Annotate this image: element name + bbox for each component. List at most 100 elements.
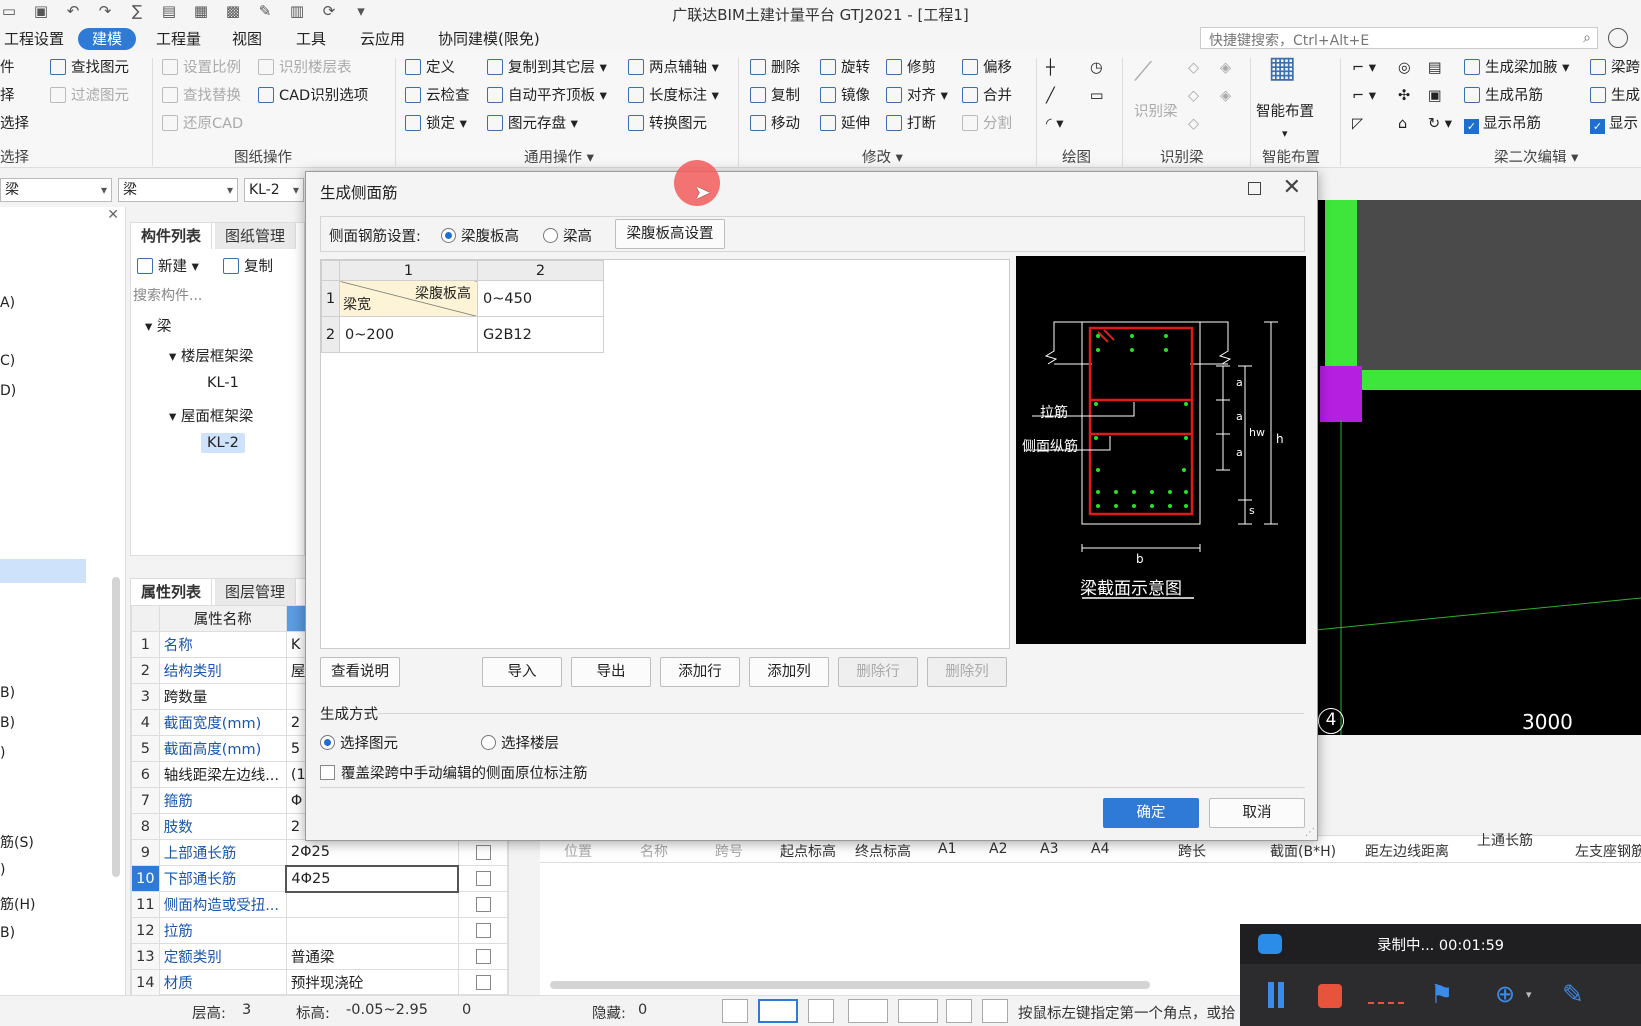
arc-snap-icon[interactable] xyxy=(982,999,1008,1023)
col-header[interactable]: 2 xyxy=(477,260,604,281)
line-tool-icon[interactable] xyxy=(1368,1002,1404,1004)
table-row[interactable]: 11 侧面构造或受扭... xyxy=(131,891,509,918)
draw-point-icon[interactable]: ┼ xyxy=(1046,58,1055,78)
beam-edit-icon-2[interactable]: ◎ xyxy=(1398,58,1411,78)
pause-icon[interactable] xyxy=(1268,982,1274,1008)
prop-value[interactable] xyxy=(285,891,459,918)
smart-layout-button[interactable]: 智能布置 xyxy=(1256,102,1314,122)
radio-select-floor[interactable]: 选择楼层 xyxy=(481,732,559,753)
nav-item[interactable]: ) xyxy=(0,862,5,878)
smart-layout-dropdown-icon[interactable]: ▾ xyxy=(1282,124,1288,144)
add-col-button[interactable]: 添加列 xyxy=(749,657,829,687)
tab-drawing-manage[interactable]: 图纸管理 xyxy=(215,223,297,249)
nav-item[interactable]: ) xyxy=(0,745,5,761)
search-icon[interactable]: ⌕ xyxy=(1583,30,1591,46)
extend-button[interactable]: 延伸 xyxy=(820,114,870,134)
beam-edit-icon-9[interactable]: ↻ ▾ xyxy=(1428,114,1452,134)
tab-cloud[interactable]: 云应用 xyxy=(346,28,419,50)
rebar-spec-cell[interactable]: G2B12 xyxy=(477,316,604,353)
web-height-setting-button[interactable]: 梁腹板高设置 xyxy=(615,219,725,249)
draw-clock-icon[interactable]: ◷ xyxy=(1090,58,1103,78)
two-point-axis-button[interactable]: 两点辅轴 ▾ xyxy=(628,58,719,78)
prop-value[interactable]: 预拌现浇砼 xyxy=(285,969,459,996)
table-row[interactable]: 9 上部通长筋 2Φ25 xyxy=(131,839,509,866)
cloud-check-button[interactable]: 云检查 xyxy=(405,86,470,106)
table-row[interactable]: 13 定额类别 普通梁 xyxy=(131,943,509,970)
nav-item[interactable]: 筋(S) xyxy=(0,832,34,852)
nav-scrollbar[interactable] xyxy=(112,577,120,877)
copy-other-floor-button[interactable]: 复制到其它层 ▾ xyxy=(487,58,607,78)
tab-tools[interactable]: 工具 xyxy=(282,28,340,50)
display-icon[interactable] xyxy=(946,999,972,1023)
ribbon-col0-item3[interactable]: 选择 xyxy=(0,114,29,134)
align-button[interactable]: 对齐 ▾ xyxy=(886,86,948,106)
ribbon-col0-item1[interactable]: 件 xyxy=(0,58,15,78)
smart-layout-icon[interactable]: ▦ xyxy=(1268,53,1296,98)
resize-grip-icon[interactable]: ⋰ xyxy=(1305,827,1315,838)
drawing-canvas[interactable] xyxy=(1265,200,1641,735)
radio-select-element[interactable]: 选择图元 xyxy=(320,732,398,753)
delete-row-button[interactable]: 删除行 xyxy=(838,657,918,687)
rotate-button[interactable]: 旋转 xyxy=(820,58,870,78)
checkbox[interactable] xyxy=(476,871,491,886)
nav-item[interactable]: 筋(H) xyxy=(0,894,35,914)
tab-view[interactable]: 视图 xyxy=(218,28,276,50)
checkbox[interactable] xyxy=(475,949,491,964)
stop-icon[interactable] xyxy=(1318,984,1342,1008)
type-select[interactable]: 梁 xyxy=(118,178,238,202)
beam-tool-icon-4[interactable]: ◈ xyxy=(1220,86,1231,106)
category-select[interactable]: 梁 xyxy=(0,178,112,202)
component-select[interactable]: KL-2 xyxy=(244,178,304,202)
import-button[interactable]: 导入 xyxy=(482,657,562,687)
gen-hanger-button[interactable]: 生成吊筋 xyxy=(1464,86,1543,106)
beam-tool-icon-5[interactable]: ◇ xyxy=(1188,114,1199,134)
ok-button[interactable]: 确定 xyxy=(1103,798,1199,828)
tab-property-list[interactable]: 属性列表 xyxy=(131,579,213,605)
merge-button[interactable]: 合并 xyxy=(962,86,1012,106)
offset-button[interactable]: 偏移 xyxy=(962,58,1012,78)
beam-width-range-cell[interactable]: 0~200 xyxy=(339,316,478,353)
gen-haunch-button[interactable]: 生成梁加腋 ▾ xyxy=(1464,58,1569,78)
grid-horizontal-scrollbar[interactable] xyxy=(550,981,1150,989)
define-button[interactable]: 定义 xyxy=(405,58,455,78)
filter-element-button[interactable]: 过滤图元 xyxy=(50,86,129,106)
prop-value[interactable]: 普通梁 xyxy=(285,943,459,970)
web-height-range-cell[interactable]: 0~450 xyxy=(477,280,604,317)
zoom-tool-icon[interactable]: ⊕ xyxy=(1495,980,1515,1008)
cad-options-button[interactable]: CAD识别选项 xyxy=(258,86,368,106)
beam-edit-icon-8[interactable]: ⌂ xyxy=(1398,114,1407,134)
identify-beam-icon[interactable]: ⟋ xyxy=(1134,59,1152,102)
close-icon[interactable]: ✕ xyxy=(1283,175,1301,200)
restore-cad-button[interactable]: 还原CAD xyxy=(162,114,243,134)
override-checkbox[interactable]: 覆盖梁跨中手动编辑的侧面原位标注筋 xyxy=(320,762,588,783)
col-header[interactable]: 1 xyxy=(339,260,478,281)
length-mark-button[interactable]: 长度标注 ▾ xyxy=(628,86,719,106)
angle-icon[interactable] xyxy=(848,999,888,1023)
beam-span-button[interactable]: 梁跨 xyxy=(1590,58,1640,78)
component-search-input[interactable]: 搜索构件... xyxy=(133,285,301,307)
radio-beam-height[interactable]: 梁高 xyxy=(543,225,592,246)
maximize-icon[interactable] xyxy=(1248,182,1261,195)
tree-item-kl1[interactable]: KL-1 xyxy=(207,375,239,391)
delete-col-button[interactable]: 删除列 xyxy=(927,657,1007,687)
cancel-button[interactable]: 取消 xyxy=(1209,798,1305,828)
show-checkbox[interactable]: ✓ 显示 xyxy=(1590,114,1638,134)
lock-button[interactable]: 锁定 ▾ xyxy=(405,114,467,134)
trim-button[interactable]: 修剪 xyxy=(886,58,936,78)
cross-icon[interactable] xyxy=(808,999,834,1023)
nav-item[interactable]: B) xyxy=(0,925,15,941)
split-button[interactable]: 分割 xyxy=(962,114,1012,134)
beam-edit-icon-5[interactable]: ✣ xyxy=(1398,86,1410,106)
draw-line-icon[interactable]: ╱ xyxy=(1046,86,1055,106)
table-row-selected[interactable]: 10 下部通长筋 4Φ25 xyxy=(131,864,509,893)
move-button[interactable]: 移动 xyxy=(750,114,800,134)
mirror-button[interactable]: 镜像 xyxy=(820,86,870,106)
shortcut-search-input[interactable]: 快捷键搜索，Ctrl+Alt+E ⌕ xyxy=(1200,27,1598,49)
prop-value-editing[interactable]: 4Φ25 xyxy=(285,864,459,893)
identify-floor-button[interactable]: 识别楼层表 xyxy=(258,58,352,78)
tab-collab[interactable]: 协同建模(限免) xyxy=(424,28,554,50)
copy-button[interactable]: 复制 xyxy=(750,86,800,106)
tab-project-settings[interactable]: 工程设置 xyxy=(0,28,78,50)
show-hanger-checkbox[interactable]: ✓ 显示吊筋 xyxy=(1464,114,1541,134)
marker-tool-icon[interactable]: ⚑ xyxy=(1430,980,1453,1010)
